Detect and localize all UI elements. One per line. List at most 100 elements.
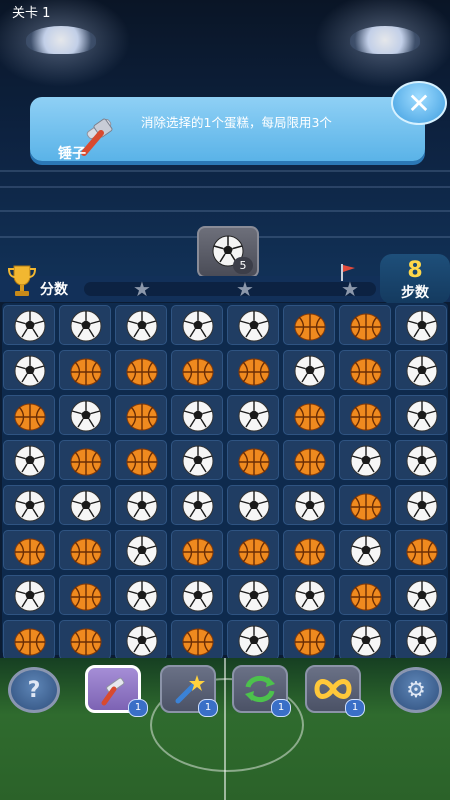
soccer-ball-icon (70, 400, 102, 432)
basketball-icon (406, 538, 438, 566)
soccer-ball-icon (126, 580, 158, 612)
score-progress-track (84, 282, 376, 296)
board-cell[interactable] (3, 305, 55, 345)
board-cell[interactable] (171, 485, 223, 525)
board-cell[interactable] (283, 485, 335, 525)
basketball-icon (238, 358, 270, 386)
basketball-icon (14, 628, 46, 656)
board-cell[interactable] (339, 350, 391, 390)
board-cell[interactable] (227, 620, 279, 660)
board-cell[interactable] (339, 440, 391, 480)
board-cell[interactable] (59, 575, 111, 615)
board-cell[interactable] (227, 305, 279, 345)
settings-button[interactable]: ⚙ (390, 667, 442, 713)
board-cell[interactable] (227, 350, 279, 390)
board-cell[interactable] (3, 350, 55, 390)
basketball-icon (182, 628, 214, 656)
board-cell[interactable] (339, 305, 391, 345)
tool-count-badge: 1 (198, 699, 218, 717)
board-cell[interactable] (283, 350, 335, 390)
board-cell[interactable] (59, 305, 111, 345)
board-cell[interactable] (115, 350, 167, 390)
board-cell[interactable] (395, 350, 447, 390)
board-cell[interactable] (171, 350, 223, 390)
board-cell[interactable] (115, 305, 167, 345)
soccer-ball-icon (294, 355, 326, 387)
soccer-ball-icon (238, 580, 270, 612)
board-cell[interactable] (227, 575, 279, 615)
board-cell[interactable] (283, 530, 335, 570)
board-cell[interactable] (171, 575, 223, 615)
soccer-ball-icon (126, 625, 158, 657)
board-cell[interactable] (339, 485, 391, 525)
board-cell[interactable] (283, 395, 335, 435)
board-cell[interactable] (59, 440, 111, 480)
soccer-ball-icon (406, 625, 438, 657)
board-cell[interactable] (283, 305, 335, 345)
basketball-icon (70, 583, 102, 611)
star-icon: ★ (236, 277, 254, 301)
board-cell[interactable] (395, 620, 447, 660)
board-cell[interactable] (227, 440, 279, 480)
board-cell[interactable] (115, 620, 167, 660)
close-button[interactable]: ✕ (391, 81, 447, 125)
board-cell[interactable] (115, 530, 167, 570)
board-cell[interactable] (227, 485, 279, 525)
board-cell[interactable] (283, 575, 335, 615)
board-cell[interactable] (395, 575, 447, 615)
board-cell[interactable] (115, 575, 167, 615)
help-icon: ? (27, 677, 41, 703)
moves-value: 8 (407, 258, 423, 283)
board-cell[interactable] (59, 530, 111, 570)
board-cell[interactable] (59, 350, 111, 390)
board-cell[interactable] (115, 440, 167, 480)
board-cell[interactable] (171, 620, 223, 660)
game-board (2, 303, 448, 660)
board-cell[interactable] (171, 395, 223, 435)
board-cell[interactable] (395, 530, 447, 570)
tool-count-badge: 1 (128, 699, 148, 717)
board-cell[interactable] (227, 395, 279, 435)
soccer-ball-icon (238, 310, 270, 342)
board-cell[interactable] (395, 395, 447, 435)
board-cell[interactable] (3, 440, 55, 480)
board-cell[interactable] (3, 620, 55, 660)
board-cell[interactable] (171, 440, 223, 480)
board-cell[interactable] (171, 305, 223, 345)
board-cell[interactable] (283, 440, 335, 480)
board-cell[interactable] (3, 575, 55, 615)
board-cell[interactable] (59, 620, 111, 660)
basketball-icon (70, 448, 102, 476)
soccer-ball-icon (238, 490, 270, 522)
board-cell[interactable] (283, 620, 335, 660)
help-button[interactable]: ? (8, 667, 60, 713)
soccer-ball-icon (14, 310, 46, 342)
board-cell[interactable] (227, 530, 279, 570)
basketball-icon (238, 448, 270, 476)
board-cell[interactable] (395, 485, 447, 525)
board-cell[interactable] (339, 530, 391, 570)
board-cell[interactable] (171, 530, 223, 570)
basketball-icon (294, 628, 326, 656)
board-cell[interactable] (339, 620, 391, 660)
board-cell[interactable] (59, 395, 111, 435)
board-cell[interactable] (395, 305, 447, 345)
tooltip-description: 消除选择的1个蛋糕，每局限用3个 (141, 115, 332, 130)
score-label: 分数 (40, 282, 68, 298)
board-cell[interactable] (339, 395, 391, 435)
board-cell[interactable] (3, 530, 55, 570)
board-cell[interactable] (115, 485, 167, 525)
soccer-ball-icon (406, 400, 438, 432)
board-cell[interactable] (3, 395, 55, 435)
soccer-ball-icon (14, 490, 46, 522)
basketball-icon (294, 403, 326, 431)
basketball-icon (14, 403, 46, 431)
basketball-icon (294, 538, 326, 566)
soccer-ball-icon (406, 580, 438, 612)
tool-count-badge: 1 (345, 699, 365, 717)
board-cell[interactable] (115, 395, 167, 435)
board-cell[interactable] (339, 575, 391, 615)
board-cell[interactable] (395, 440, 447, 480)
board-cell[interactable] (59, 485, 111, 525)
board-cell[interactable] (3, 485, 55, 525)
